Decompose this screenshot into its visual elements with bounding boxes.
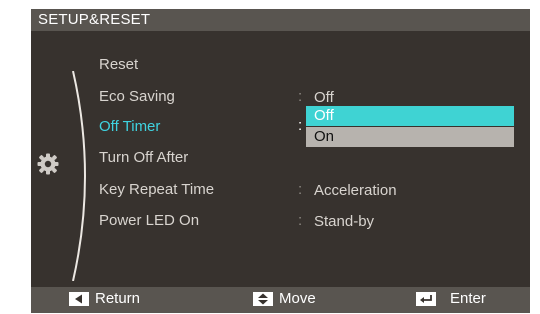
- menu-panel: Reset Eco Saving : Off Off Timer : Turn …: [31, 31, 530, 287]
- eco-saving-value: Off: [314, 89, 334, 106]
- off-timer-dropdown[interactable]: Off On: [306, 106, 514, 149]
- menu-item-off-timer[interactable]: Off Timer: [99, 118, 160, 135]
- osd-menu: SETUP&RESET Reset Eco Saving: Off Off T…: [31, 9, 530, 313]
- separator-colon: :: [298, 88, 303, 105]
- move-label: Move: [279, 290, 316, 307]
- enter-key-icon: [416, 291, 436, 306]
- menu-item-key-repeat-time[interactable]: Key Repeat Time: [99, 181, 214, 198]
- menu-item-turn-off-after[interactable]: Turn Off After: [99, 149, 188, 166]
- enter-label: Enter: [450, 290, 486, 307]
- menu-item-power-led-on[interactable]: Power LED On: [99, 212, 199, 229]
- gear-icon: [36, 152, 60, 176]
- up-down-arrows-icon: [253, 291, 273, 306]
- separator-colon: :: [298, 117, 303, 134]
- menu-item-reset[interactable]: Reset: [99, 56, 138, 73]
- return-arrow-icon: [69, 291, 89, 306]
- enter-button[interactable]: Enter: [416, 290, 486, 307]
- return-button[interactable]: Return: [69, 290, 140, 307]
- dropdown-option-on[interactable]: On: [306, 127, 514, 147]
- menu-item-eco-saving[interactable]: Eco Saving: [99, 88, 175, 105]
- separator-colon: :: [298, 181, 303, 198]
- title-bar: SETUP&RESET: [31, 9, 530, 31]
- separator-colon: :: [298, 212, 303, 229]
- power-led-on-value: Stand-by: [314, 213, 375, 230]
- key-repeat-time-value: Acceleration: [314, 182, 397, 199]
- move-button[interactable]: Move: [253, 290, 316, 307]
- dropdown-option-off[interactable]: Off: [306, 106, 514, 126]
- footer-bar: Return Move Enter: [31, 287, 530, 313]
- menu-title: SETUP&RESET: [38, 11, 151, 28]
- return-label: Return: [95, 290, 141, 307]
